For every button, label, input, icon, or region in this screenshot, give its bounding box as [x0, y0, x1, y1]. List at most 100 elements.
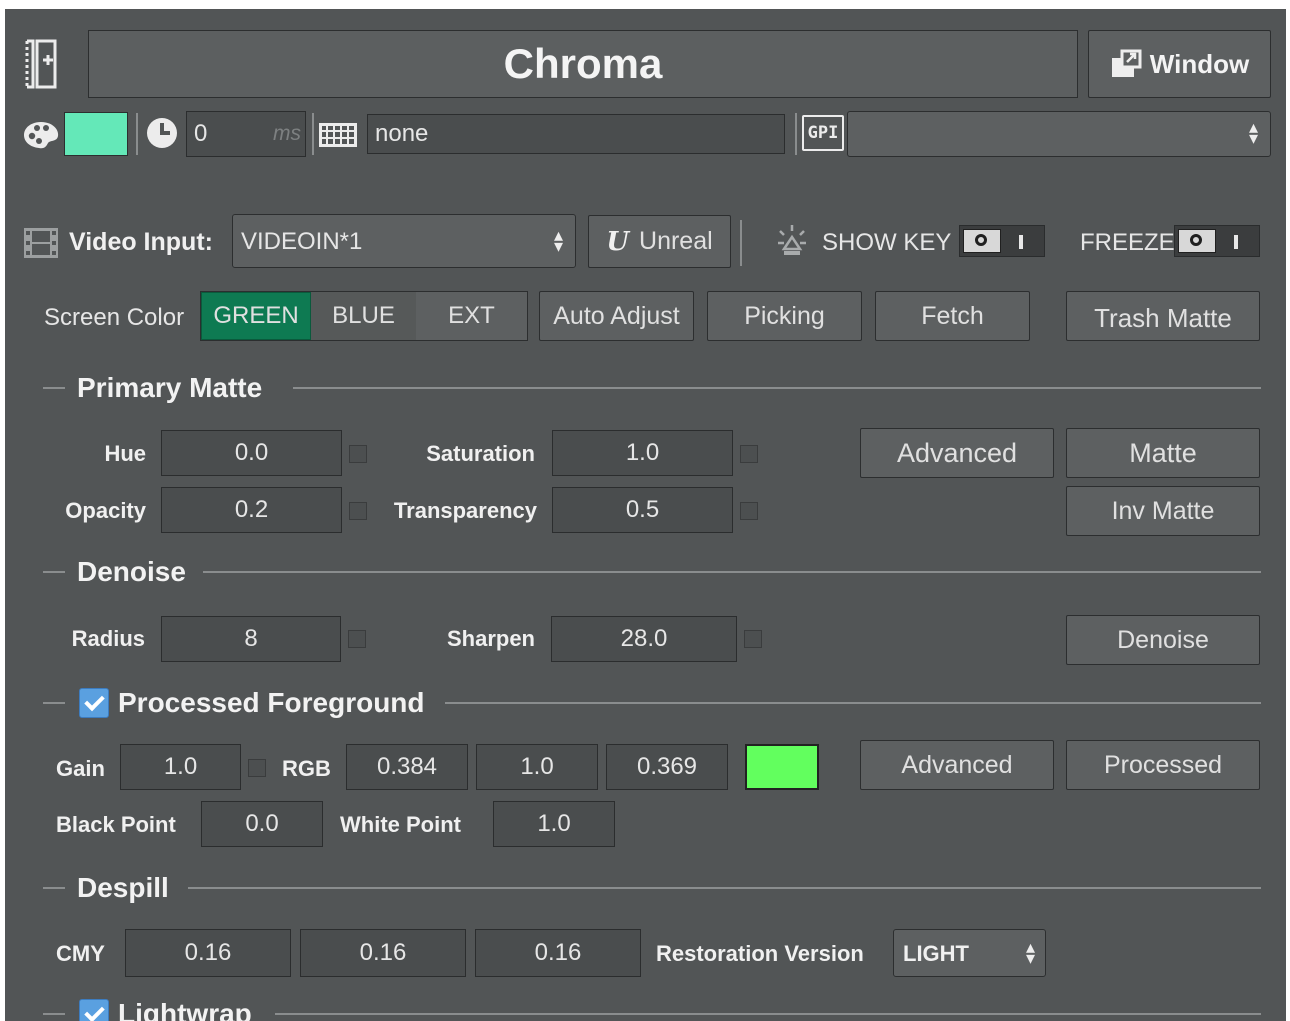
delay-value: 0: [194, 120, 208, 147]
freeze-toggle[interactable]: [1174, 225, 1260, 257]
cmy-label: CMY: [56, 941, 105, 966]
c-field[interactable]: 0.16: [125, 929, 291, 977]
sharpen-label: Sharpen: [446, 626, 535, 651]
despill-title: Despill: [77, 872, 169, 903]
divider: [312, 113, 314, 155]
opacity-field[interactable]: 0.2: [161, 487, 342, 533]
chroma-panel: Chroma Window 0 ms none GPI ▴ ▾ Video Inp…: [5, 9, 1286, 1021]
sharpen-field[interactable]: 28.0: [551, 616, 737, 662]
transparency-field[interactable]: 0.5: [552, 487, 733, 533]
fetch-button[interactable]: Fetch: [875, 291, 1030, 341]
processed-advanced-button[interactable]: Advanced: [860, 740, 1054, 790]
denoise-header: Denoise: [43, 552, 1261, 592]
matte-button[interactable]: Matte: [1066, 428, 1260, 478]
white-point-field[interactable]: 1.0: [493, 801, 615, 847]
screen-color-green[interactable]: GREEN: [201, 292, 311, 340]
transparency-label: Transparency: [393, 498, 537, 523]
keyboard-shortcut-value: none: [375, 120, 429, 147]
popout-icon: [1110, 49, 1144, 79]
hue-checkbox[interactable]: [349, 445, 367, 463]
r-field[interactable]: 0.384: [346, 744, 468, 790]
auto-adjust-button[interactable]: Auto Adjust: [539, 291, 694, 341]
processed-color-swatch[interactable]: [745, 744, 819, 790]
window-button[interactable]: Window: [1088, 30, 1271, 98]
hue-field[interactable]: 0.0: [161, 430, 342, 476]
video-input-value: VIDEOIN*1: [241, 228, 363, 255]
radius-field[interactable]: 8: [161, 616, 341, 662]
denoise-title: Denoise: [77, 556, 186, 587]
picking-button[interactable]: Picking: [707, 291, 862, 341]
black-point-label: Black Point: [56, 812, 176, 837]
gpi-select[interactable]: ▴ ▾: [847, 111, 1271, 157]
processed-foreground-header: Processed Foreground: [43, 683, 1261, 723]
gpi-icon: GPI: [802, 115, 844, 151]
restoration-version-label: Restoration Version: [656, 941, 864, 966]
g-field[interactable]: 1.0: [476, 744, 598, 790]
radius-checkbox[interactable]: [348, 630, 366, 648]
despill-header: Despill: [43, 868, 1261, 908]
matte-advanced-button[interactable]: Advanced: [860, 428, 1054, 478]
trash-matte-button[interactable]: Trash Matte: [1066, 291, 1260, 341]
primary-matte-title: Primary Matte: [77, 372, 263, 403]
gpi-label: GPI: [807, 123, 839, 143]
radius-label: Radius: [71, 626, 145, 651]
delay-unit: ms: [273, 122, 301, 145]
hue-label: Hue: [104, 441, 146, 466]
palette-icon[interactable]: [22, 120, 60, 150]
divider: [740, 220, 742, 266]
updown-chevron-icon: ▴ ▾: [553, 225, 563, 256]
opacity-checkbox[interactable]: [349, 502, 367, 520]
sharpen-checkbox[interactable]: [744, 630, 762, 648]
processed-button[interactable]: Processed: [1066, 740, 1260, 790]
divider: [136, 113, 138, 155]
show-key-toggle[interactable]: [959, 225, 1045, 257]
screen-color-ext[interactable]: EXT: [416, 292, 527, 340]
rgb-label: RGB: [282, 756, 331, 781]
restoration-version-value: LIGHT: [903, 941, 969, 966]
screen-color-segmented: GREEN BLUE EXT: [200, 291, 528, 341]
m-field[interactable]: 0.16: [300, 929, 466, 977]
saturation-label: Saturation: [426, 441, 535, 466]
gain-field[interactable]: 1.0: [120, 744, 241, 790]
lightwrap-checkbox[interactable]: [79, 999, 109, 1021]
title-bar: Chroma: [88, 30, 1078, 98]
gain-checkbox[interactable]: [248, 759, 266, 777]
inv-matte-button[interactable]: Inv Matte: [1066, 486, 1260, 536]
unreal-button[interactable]: U Unreal: [588, 215, 731, 268]
restoration-version-select[interactable]: LIGHT ▴ ▾: [893, 929, 1046, 977]
video-input-label: Video Input:: [69, 228, 213, 256]
window-button-label: Window: [1149, 48, 1250, 79]
film-icon: [24, 228, 58, 258]
keyboard-icon: [319, 123, 357, 147]
show-key-label: SHOW KEY: [822, 229, 952, 256]
transparency-checkbox[interactable]: [740, 502, 758, 520]
lamp-icon: [776, 223, 808, 259]
video-input-select[interactable]: VIDEOIN*1 ▴ ▾: [232, 214, 576, 268]
freeze-label: FREEZE: [1080, 229, 1175, 256]
delay-field[interactable]: 0 ms: [186, 111, 306, 157]
unreal-button-label: Unreal: [639, 227, 713, 255]
updown-chevron-icon: ▴ ▾: [1248, 117, 1258, 148]
keyboard-shortcut-field[interactable]: none: [367, 114, 785, 154]
white-point-label: White Point: [340, 812, 461, 837]
saturation-checkbox[interactable]: [740, 445, 758, 463]
page-title: Chroma: [503, 40, 663, 87]
lightwrap-title: Lightwrap: [118, 998, 252, 1021]
saturation-field[interactable]: 1.0: [552, 430, 733, 476]
lightwrap-header: Lightwrap: [43, 994, 1261, 1021]
add-input-icon[interactable]: [23, 39, 73, 89]
processed-foreground-checkbox[interactable]: [79, 688, 109, 718]
gain-label: Gain: [56, 756, 105, 781]
color-swatch[interactable]: [64, 112, 128, 156]
updown-chevron-icon: ▴ ▾: [1025, 937, 1035, 968]
processed-foreground-title: Processed Foreground: [118, 687, 425, 718]
b-field[interactable]: 0.369: [606, 744, 728, 790]
screen-color-blue[interactable]: BLUE: [311, 292, 416, 340]
black-point-field[interactable]: 0.0: [201, 801, 323, 847]
y-field[interactable]: 0.16: [475, 929, 641, 977]
unreal-icon: U: [606, 226, 630, 257]
screen-color-label: Screen Color: [44, 304, 185, 331]
clock-icon: [144, 115, 180, 151]
denoise-button[interactable]: Denoise: [1066, 615, 1260, 665]
primary-matte-header: Primary Matte: [43, 368, 1261, 408]
